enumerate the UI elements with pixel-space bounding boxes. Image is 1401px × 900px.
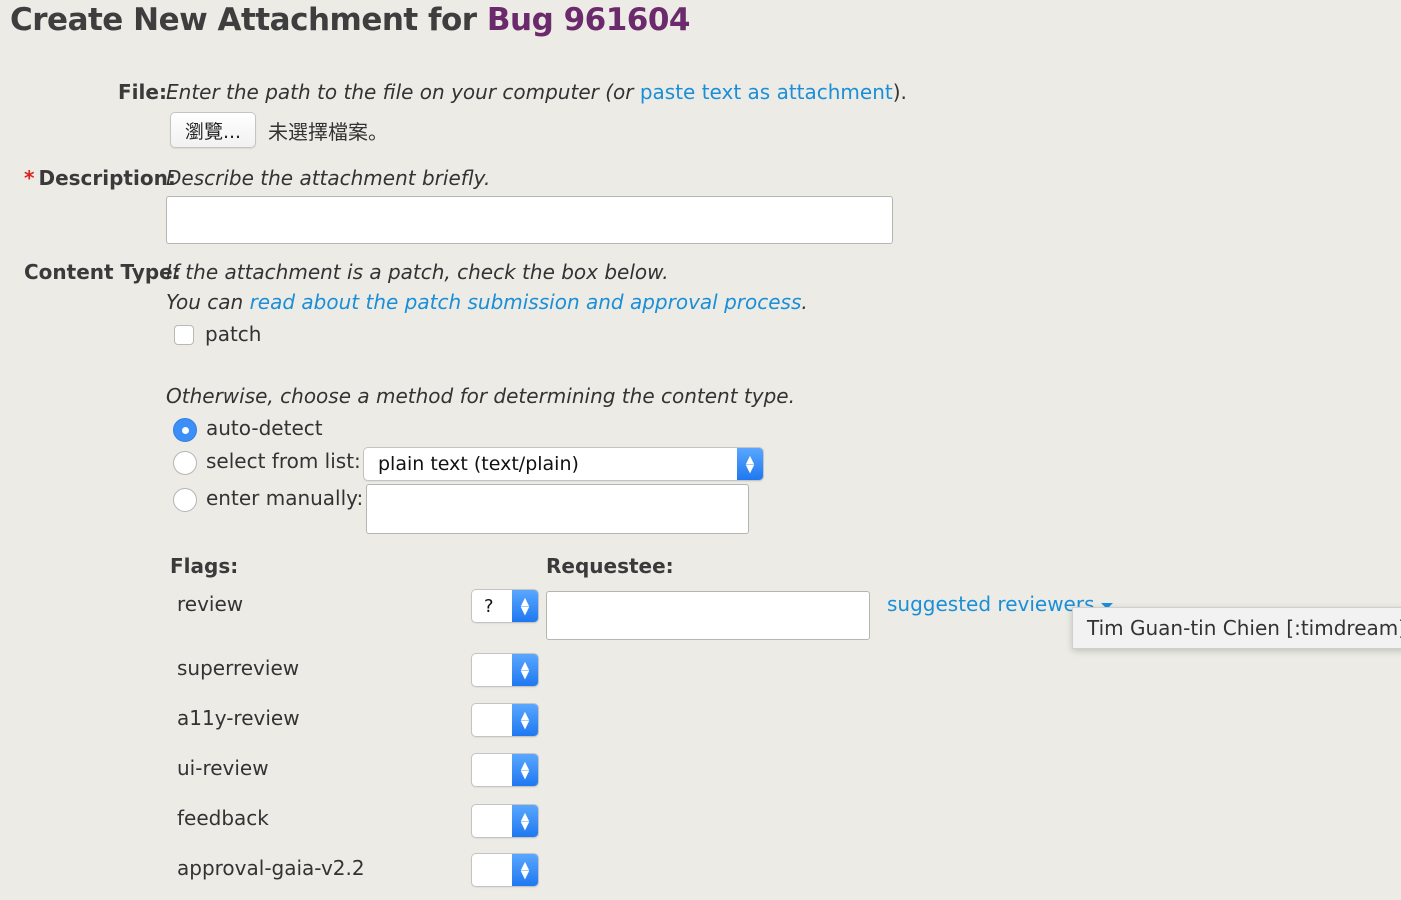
- select-from-list-radio[interactable]: [173, 451, 197, 475]
- bug-link[interactable]: Bug 961604: [487, 2, 691, 38]
- flag-name-feedback: feedback: [177, 806, 269, 830]
- enter-manually-radio[interactable]: [173, 488, 197, 512]
- content-type-hint-2-prefix: You can: [166, 290, 250, 314]
- description-hint: Describe the attachment briefly.: [166, 166, 491, 190]
- patch-checkbox[interactable]: [174, 325, 194, 345]
- paste-text-link[interactable]: paste text as attachment: [640, 80, 893, 104]
- flag-name-superreview: superreview: [177, 656, 300, 680]
- flag-select-approval-gaia[interactable]: ▲ ▼: [471, 853, 539, 887]
- content-type-hint-1: If the attachment is a patch, check the …: [166, 260, 669, 284]
- requestee-header: Requestee:: [546, 554, 674, 578]
- patch-label: patch: [205, 322, 262, 346]
- flag-name-approval-gaia: approval-gaia-v2.2: [177, 856, 365, 880]
- page-title-prefix: Create New Attachment for: [10, 2, 487, 38]
- stepper-icon: ▲ ▼: [512, 590, 538, 622]
- patch-process-link[interactable]: read about the patch submission and appr…: [250, 290, 802, 314]
- flag-name-ui-review: ui-review: [177, 756, 269, 780]
- content-type-hint-2: You can read about the patch submission …: [166, 290, 808, 314]
- flag-select-review-value: ?: [484, 595, 494, 617]
- select-stepper-icon: ▲ ▼: [737, 448, 763, 480]
- no-file-text: 未選擇檔案。: [268, 120, 388, 144]
- required-marker: *: [24, 166, 35, 190]
- suggested-reviewer-item[interactable]: Tim Guan-tin Chien [:timdream]: [1072, 607, 1401, 649]
- auto-detect-label: auto-detect: [206, 416, 323, 440]
- suggested-reviewers-link[interactable]: suggested reviewers: [887, 592, 1095, 616]
- flag-select-ui-review[interactable]: ▲ ▼: [471, 753, 539, 787]
- content-type-select-value: plain text (text/plain): [378, 453, 579, 475]
- flag-select-a11y-review[interactable]: ▲ ▼: [471, 703, 539, 737]
- file-label: File:: [118, 80, 167, 104]
- description-label: Description:: [38, 166, 176, 190]
- file-hint: Enter the path to the file on your compu…: [166, 80, 907, 104]
- auto-detect-radio[interactable]: [173, 418, 197, 442]
- flags-header: Flags:: [170, 554, 239, 578]
- flag-select-superreview[interactable]: ▲ ▼: [471, 653, 539, 687]
- flag-select-review[interactable]: ? ▲ ▼: [471, 589, 539, 623]
- content-type-select[interactable]: plain text (text/plain) ▲ ▼: [363, 447, 764, 481]
- manual-content-type-input[interactable]: [366, 484, 749, 534]
- file-hint-suffix: ).: [892, 80, 907, 104]
- stepper-icon: ▲ ▼: [512, 754, 538, 786]
- otherwise-hint: Otherwise, choose a method for determini…: [166, 384, 795, 408]
- flag-select-feedback[interactable]: ▲ ▼: [471, 804, 539, 838]
- file-hint-prefix: Enter the path to the file on your compu…: [166, 80, 640, 104]
- stepper-icon: ▲ ▼: [512, 654, 538, 686]
- content-type-label: Content Type:: [24, 260, 181, 284]
- description-label-row: * Description:: [24, 166, 176, 190]
- requestee-input[interactable]: [546, 591, 870, 640]
- browse-button[interactable]: 瀏覽...: [170, 112, 256, 148]
- select-from-list-label: select from list:: [206, 449, 361, 473]
- stepper-icon: ▲ ▼: [512, 805, 538, 837]
- stepper-icon: ▲ ▼: [512, 854, 538, 886]
- description-input[interactable]: [166, 196, 893, 244]
- flag-name-review: review: [177, 592, 244, 616]
- stepper-icon: ▲ ▼: [512, 704, 538, 736]
- content-type-hint-2-suffix: .: [801, 290, 808, 314]
- flag-name-a11y-review: a11y-review: [177, 706, 300, 730]
- enter-manually-label: enter manually:: [206, 486, 364, 510]
- page-title: Create New Attachment for Bug 961604: [10, 2, 691, 38]
